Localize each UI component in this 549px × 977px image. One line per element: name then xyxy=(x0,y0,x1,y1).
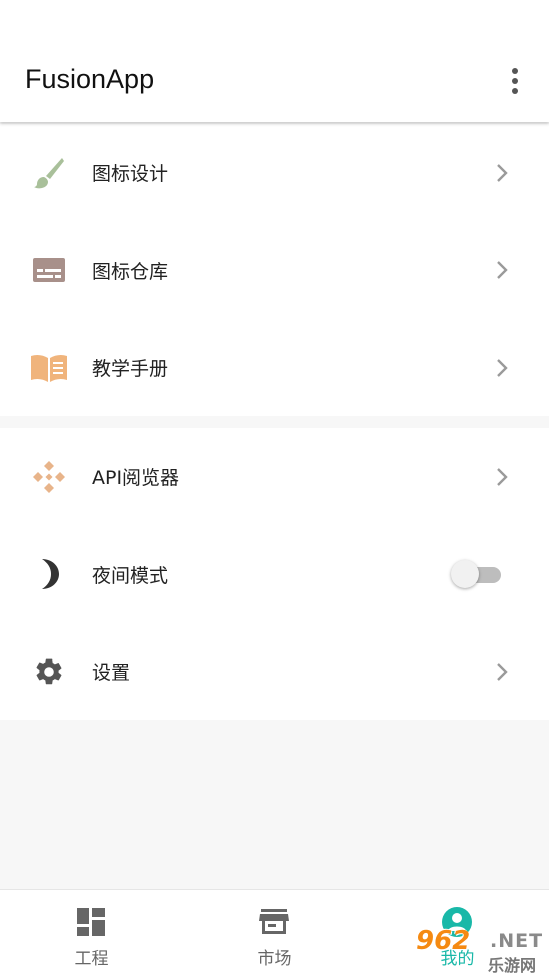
site-watermark: 962 .NET 乐游网 xyxy=(410,924,549,976)
store-icon xyxy=(259,909,289,934)
subtitles-icon xyxy=(30,251,68,289)
app-bar: FusionApp xyxy=(0,0,549,122)
chevron-right-icon xyxy=(497,467,508,486)
nav-tab-label: 工程 xyxy=(74,949,109,969)
watermark-number: 962 xyxy=(416,926,471,956)
nav-tab-projects[interactable]: 工程 xyxy=(0,890,183,977)
night-mode-toggle[interactable] xyxy=(451,559,501,589)
menu-item-night-mode[interactable]: 夜间模式 xyxy=(0,526,549,624)
menu-item-label: API阅览器 xyxy=(92,467,180,490)
chevron-right-icon xyxy=(497,163,508,182)
gear-icon xyxy=(30,653,68,691)
menu-item-api-viewer[interactable]: API阅览器 xyxy=(0,428,549,526)
crescent-moon-icon xyxy=(30,555,68,593)
menu-item-settings[interactable]: 设置 xyxy=(0,623,549,721)
menu-group-tools: 图标设计 图标仓库 教学手册 xyxy=(0,124,549,416)
menu-item-icon-design[interactable]: 图标设计 xyxy=(0,124,549,222)
chevron-right-icon xyxy=(497,358,508,377)
menu-item-tutorial[interactable]: 教学手册 xyxy=(0,319,549,417)
menu-group-settings: API阅览器 夜间模式 设置 xyxy=(0,428,549,720)
chevron-right-icon xyxy=(497,261,508,280)
menu-item-label: 图标设计 xyxy=(92,163,169,186)
open-book-icon xyxy=(30,349,68,387)
watermark-site: 乐游网 xyxy=(488,956,537,975)
paintbrush-icon xyxy=(30,154,68,192)
menu-item-label: 设置 xyxy=(92,662,131,685)
nav-tab-label: 市场 xyxy=(257,949,292,969)
menu-item-icon-library[interactable]: 图标仓库 xyxy=(0,222,549,320)
app-title: FusionApp xyxy=(25,64,155,94)
watermark-suffix: .NET xyxy=(490,930,544,952)
dashboard-icon xyxy=(77,908,105,936)
menu-item-label: 图标仓库 xyxy=(92,260,169,283)
diamond-dots-icon xyxy=(30,458,68,496)
menu-item-label: 教学手册 xyxy=(92,358,169,381)
more-options-icon[interactable] xyxy=(498,62,532,100)
chevron-right-icon xyxy=(497,662,508,681)
nav-tab-market[interactable]: 市场 xyxy=(183,890,366,977)
menu-item-label: 夜间模式 xyxy=(92,564,169,587)
